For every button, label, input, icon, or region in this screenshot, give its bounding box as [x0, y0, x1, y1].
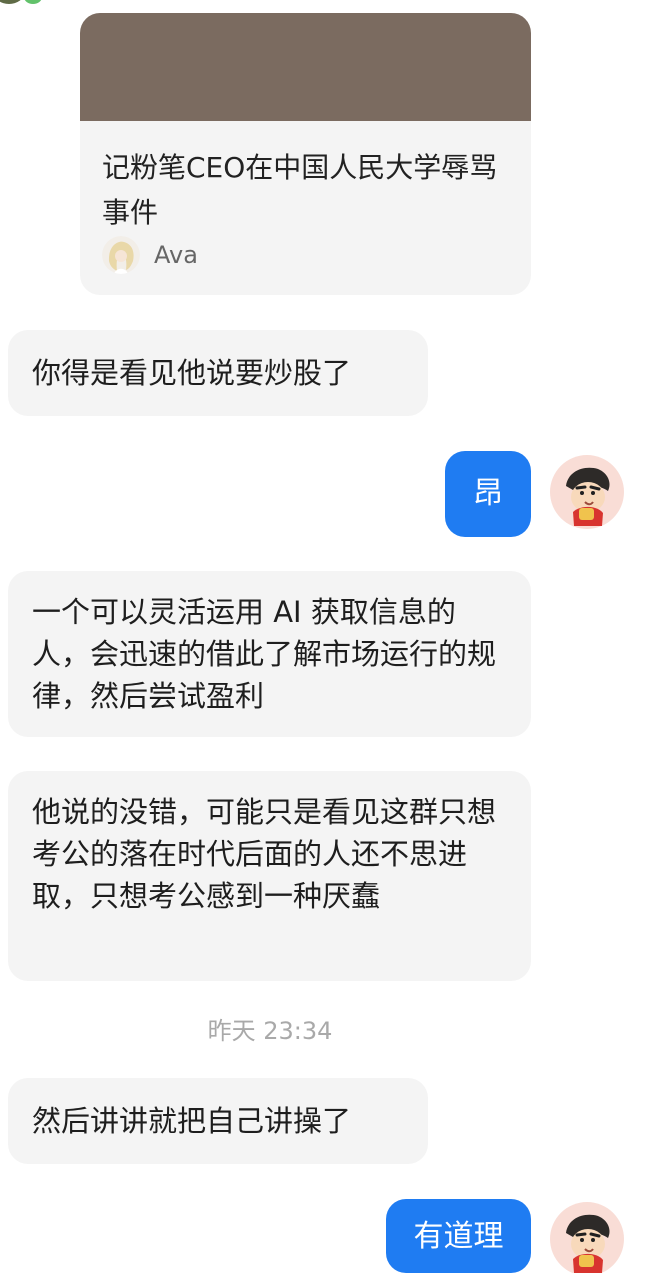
message-timestamp: 昨天 23:34 [207, 1017, 333, 1045]
message-bubble-right[interactable]: 有道理 [386, 1199, 531, 1273]
blonde-woman-avatar-icon [102, 236, 140, 274]
message-text: 然后讲讲就把自己讲操了 [32, 1104, 352, 1138]
article-title: 记粉笔CEO在中国人民大学辱骂事件 [102, 151, 498, 229]
message-text: 有道理 [413, 1219, 504, 1254]
message-bubble-left[interactable]: 你得是看见他说要炒股了 [8, 330, 428, 416]
cartoon-boy-avatar-icon[interactable] [550, 455, 624, 529]
message-bubble-left[interactable]: 然后讲讲就把自己讲操了 [8, 1078, 428, 1164]
message-text: 他说的没错，可能只是看见这群只想考公的落在时代后面的人还不思进取，只想考公感到一… [32, 795, 497, 913]
message-bubble-left[interactable]: 他说的没错，可能只是看见这群只想考公的落在时代后面的人还不思进取，只想考公感到一… [8, 771, 531, 981]
partial-online-status-icon [24, 0, 42, 4]
message-bubble-left[interactable]: 一个可以灵活运用 AI 获取信息的人，会迅速的借此了解市场运行的规律，然后尝试盈… [8, 571, 531, 737]
message-text: 昂 [473, 476, 503, 511]
article-cover-image [80, 13, 531, 121]
message-text: 你得是看见他说要炒股了 [32, 356, 352, 390]
cartoon-boy-avatar-icon[interactable] [550, 1202, 624, 1273]
article-author-name: Ava [154, 241, 198, 269]
message-bubble-right[interactable]: 昂 [445, 451, 531, 537]
shared-article-card[interactable]: 记粉笔CEO在中国人民大学辱骂事件 Ava [80, 13, 531, 295]
message-text: 一个可以灵活运用 AI 获取信息的人，会迅速的借此了解市场运行的规律，然后尝试盈… [32, 595, 497, 713]
partial-contact-avatar [0, 0, 24, 4]
article-author[interactable]: Ava [102, 235, 198, 275]
